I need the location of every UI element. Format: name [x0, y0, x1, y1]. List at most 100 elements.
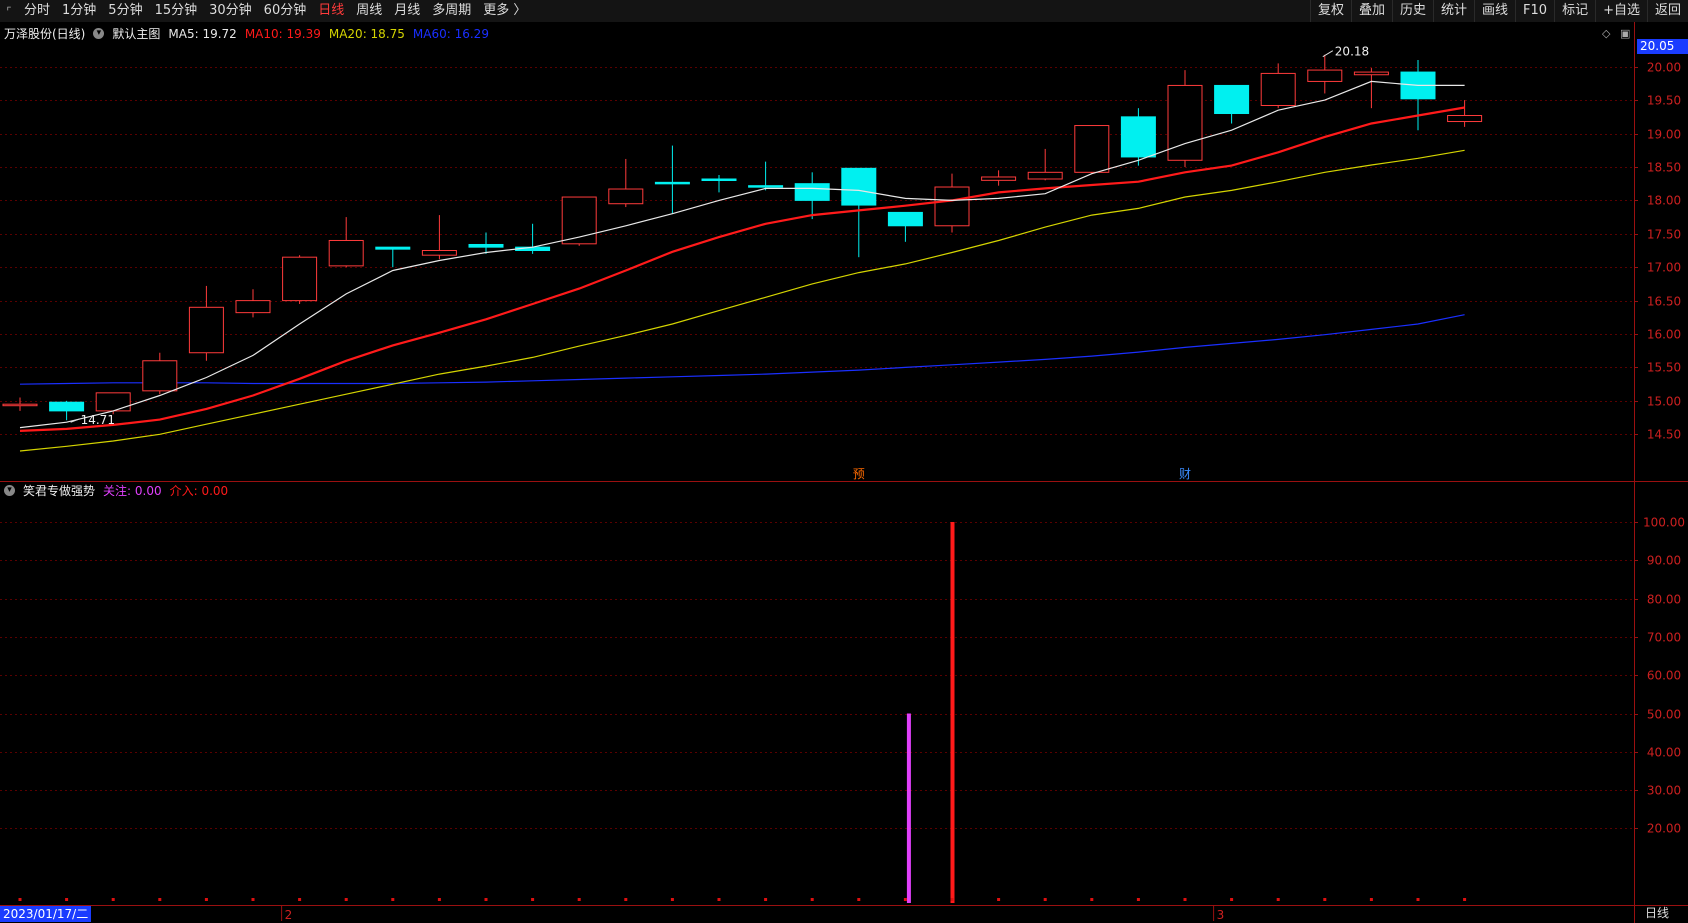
y-tick-label: 90.00 [1647, 554, 1681, 568]
candle [282, 255, 318, 304]
baseline-dot [670, 898, 674, 901]
baseline-dot [1090, 898, 1094, 901]
baseline-dot [577, 898, 581, 901]
current-price-tag: 20.05 [1637, 39, 1688, 54]
candle [561, 196, 597, 246]
candle-body [794, 183, 830, 201]
baseline-dot [298, 898, 302, 901]
toolbar-button-8[interactable]: 返回 [1646, 0, 1688, 22]
y-tick-label: 14.50 [1647, 428, 1681, 442]
baseline-dot [1463, 898, 1467, 901]
main-chart-label[interactable]: 默认主图 [112, 25, 160, 42]
candle-body [235, 300, 271, 314]
y-tick-label: 16.50 [1647, 295, 1681, 309]
y-tick-label: 16.00 [1647, 328, 1681, 342]
y-tick-label: 80.00 [1647, 593, 1681, 607]
chart-background [0, 22, 1688, 923]
candle-body [375, 246, 411, 250]
toolbar-button-0[interactable]: 复权 [1309, 0, 1351, 22]
window-icon[interactable]: ▣ [1620, 27, 1630, 40]
candle-body [95, 392, 131, 412]
toolbar-button-6[interactable]: 标记 [1554, 0, 1595, 22]
candle-body [142, 360, 178, 392]
period-tab-8[interactable]: 月线 [388, 0, 426, 22]
y-tick-label: 15.50 [1647, 361, 1681, 375]
candle-body [1214, 84, 1250, 115]
baseline-dot [111, 898, 115, 901]
month-label: 3 [1217, 908, 1225, 922]
candle-body [328, 239, 364, 267]
toolbar-button-4[interactable]: 画线 [1474, 0, 1515, 22]
toolbar-button-2[interactable]: 历史 [1391, 0, 1433, 22]
toolbar-button-5[interactable]: F10 [1515, 0, 1554, 22]
y-tick-label: 19.50 [1647, 94, 1681, 108]
candle-body [1447, 115, 1483, 123]
baseline-dot [1416, 898, 1420, 901]
candle-body [981, 176, 1017, 181]
candle-body [1260, 72, 1296, 106]
indicator-name[interactable]: 笑君专做强势 [23, 482, 95, 499]
candle-body [1074, 125, 1110, 173]
candle-body [421, 250, 457, 256]
candle-body [282, 256, 318, 302]
period-tab-4[interactable]: 30分钟 [203, 0, 258, 22]
kline-chart[interactable]: 20.00 19.50 19.00 18.50 18.00 17.50 17.00 16.50… [0, 22, 1688, 923]
indicator-toggle-icon[interactable]: ▾ [4, 485, 15, 496]
baseline-dot [950, 898, 954, 901]
baseline-dot [764, 898, 768, 901]
baseline-dot [997, 898, 1001, 901]
candle-body [887, 211, 923, 227]
period-tab-0[interactable]: 分时 [18, 0, 56, 22]
baseline-dot [1369, 898, 1373, 901]
period-tab-5[interactable]: 60分钟 [258, 0, 313, 22]
baseline-dot [1136, 898, 1140, 901]
baseline-dot [1276, 898, 1280, 901]
event-mark: 财 [1179, 467, 1191, 481]
baseline-dot [484, 898, 488, 901]
y-tick-label: 60.00 [1647, 669, 1681, 683]
month-label: 2 [285, 908, 293, 922]
low-price-annotation: 14.71 [81, 413, 115, 427]
period-tab-6[interactable]: 日线 [312, 0, 350, 22]
baseline-dot [1183, 898, 1187, 901]
indicator-bar-介入 [950, 522, 955, 903]
y-tick-label: 20.00 [1647, 61, 1681, 75]
baseline-dot [204, 898, 208, 901]
high-price-annotation: 20.18 [1335, 45, 1369, 59]
baseline-dot [65, 898, 69, 901]
y-tick-label: 50.00 [1647, 708, 1681, 722]
toolbar-button-3[interactable]: 统计 [1433, 0, 1474, 22]
candle-body [841, 167, 877, 206]
baseline-dot [158, 898, 162, 901]
baseline-dot [857, 898, 861, 901]
period-tab-7[interactable]: 周线 [350, 0, 388, 22]
collapse-icon[interactable]: ⌜ [0, 0, 18, 22]
baseline-dot [810, 898, 814, 901]
candle [1074, 125, 1110, 174]
candle-body [1353, 71, 1389, 76]
y-tick-label: 19.00 [1647, 128, 1681, 142]
main-chart-toggle-icon[interactable]: ▾ [93, 28, 105, 39]
diamond-icon[interactable]: ◇ [1602, 27, 1610, 40]
y-tick-label: 20.00 [1647, 822, 1681, 836]
baseline-dot [1043, 898, 1047, 901]
y-tick-label: 100.00 [1643, 516, 1685, 530]
period-tab-10[interactable]: 更多 〉 [477, 0, 532, 22]
period-tab-2[interactable]: 5分钟 [102, 0, 148, 22]
candle-body [1027, 171, 1063, 180]
toolbar-button-7[interactable]: +自选 [1595, 0, 1647, 22]
candle-body [1120, 116, 1156, 158]
toolbar-button-1[interactable]: 叠加 [1350, 0, 1392, 22]
candle [1120, 108, 1156, 166]
y-tick-label: 18.00 [1647, 194, 1681, 208]
y-tick-label: 30.00 [1647, 784, 1681, 798]
period-tab-3[interactable]: 15分钟 [149, 0, 204, 22]
period-tab-1[interactable]: 1分钟 [56, 0, 102, 22]
ma-legend: 万泽股份(日线) ▾ 默认主图 MA5: 19.72 MA10: 19.39 M… [4, 25, 489, 42]
candle-body [49, 401, 85, 412]
jieru-label: 介入: 0.00 [169, 484, 229, 498]
candle-body [608, 188, 644, 205]
period-tab-9[interactable]: 多周期 [426, 0, 477, 22]
event-mark: 预 [853, 467, 865, 481]
y-tick-label: 40.00 [1647, 746, 1681, 760]
